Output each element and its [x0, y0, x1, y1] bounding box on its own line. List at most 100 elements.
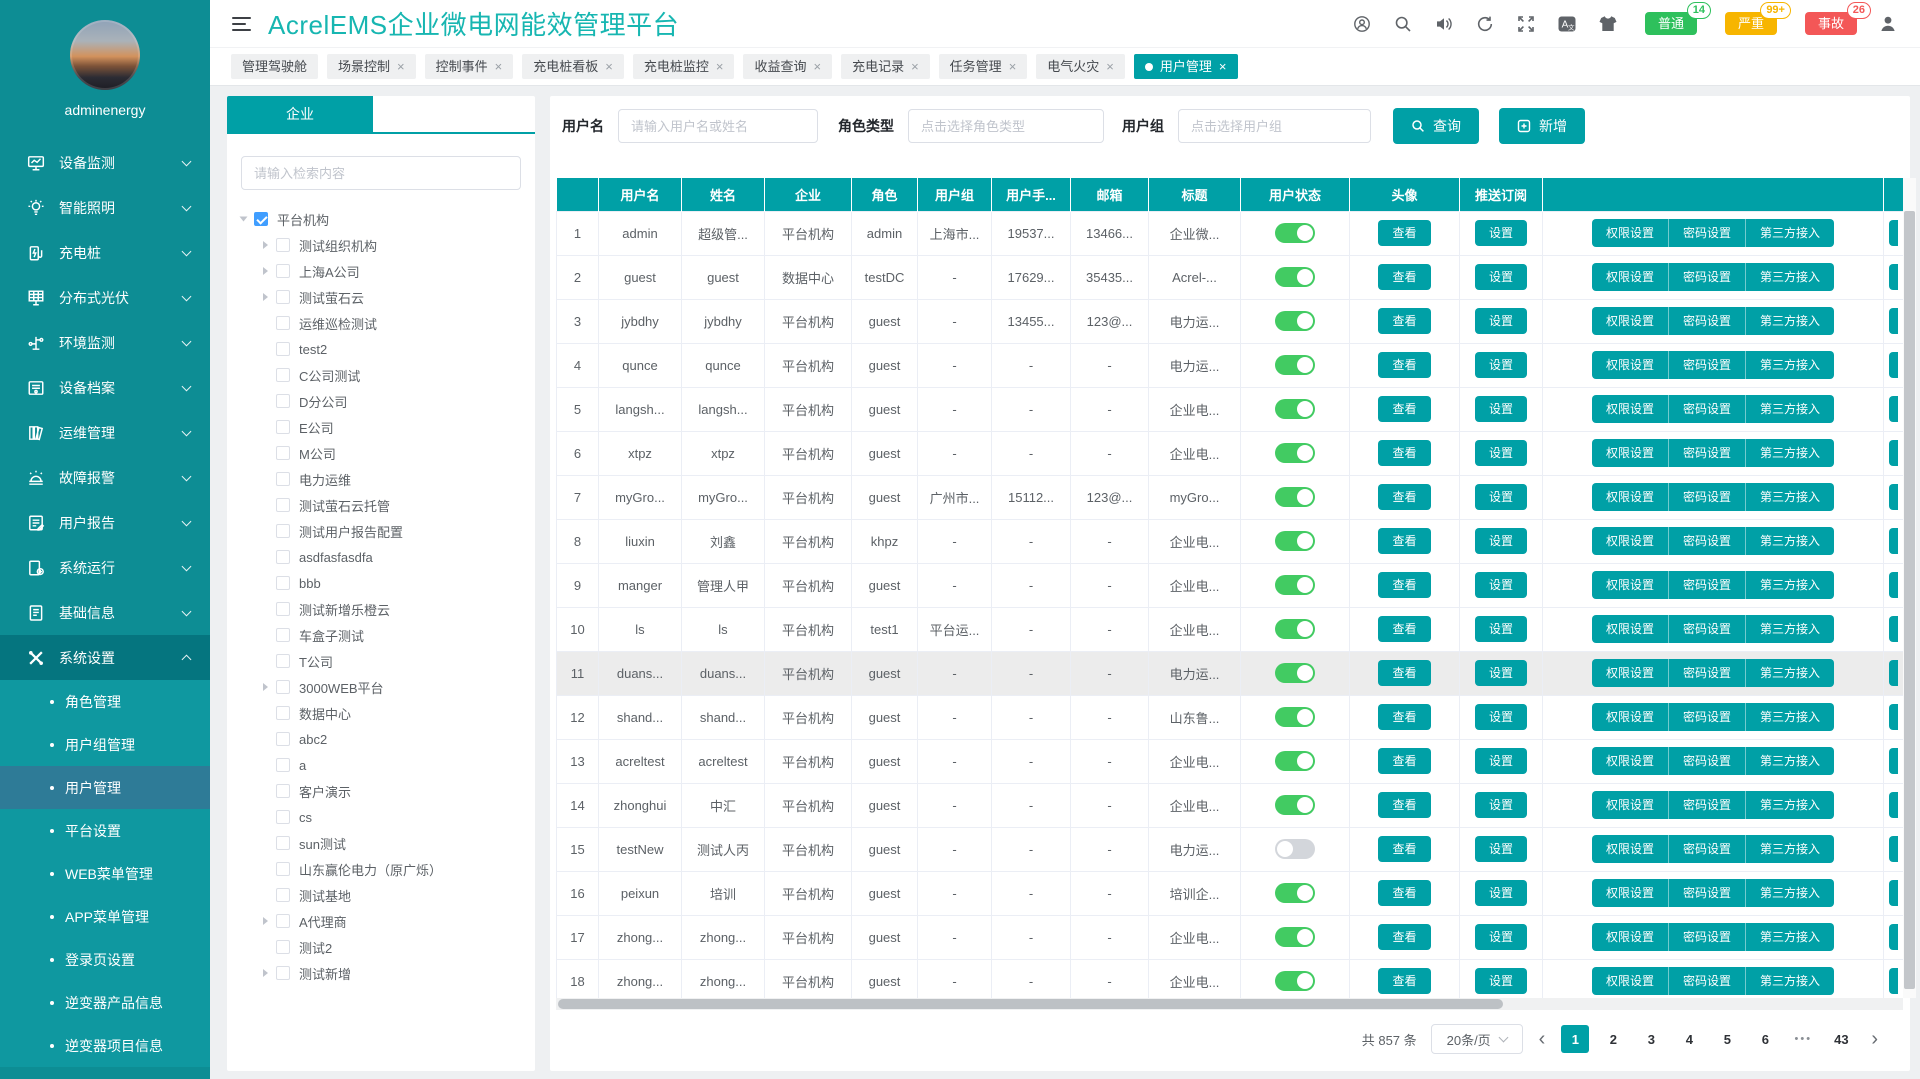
- close-icon[interactable]: ×: [716, 60, 724, 73]
- push-subscribe-button[interactable]: 设置: [1475, 440, 1527, 466]
- tree-checkbox[interactable]: [276, 550, 290, 564]
- sidebar-subitem[interactable]: 逆变器项目信息: [0, 1024, 210, 1067]
- tree-node[interactable]: 测试萤石云: [241, 284, 535, 310]
- tree-node[interactable]: 测试新增乐橙云: [241, 596, 535, 622]
- table-row[interactable]: 2 guest guest 数据中心 testDC - 17629... 354…: [557, 255, 1904, 299]
- push-subscribe-button[interactable]: 设置: [1475, 660, 1527, 686]
- push-subscribe-button[interactable]: 设置: [1475, 616, 1527, 642]
- user-status-toggle[interactable]: [1275, 971, 1315, 991]
- page-number[interactable]: 4: [1675, 1025, 1703, 1053]
- tree-node[interactable]: M公司: [241, 440, 535, 466]
- table-row[interactable]: 3 jybdhy jybdhy 平台机构 guest - 13455... 12…: [557, 299, 1904, 343]
- view-avatar-button[interactable]: 查看: [1378, 396, 1430, 422]
- password-settings-button[interactable]: 密码设置: [1669, 527, 1746, 555]
- tree-node[interactable]: sun测试: [241, 830, 535, 856]
- tree-node[interactable]: 数据中心: [241, 700, 535, 726]
- tree-checkbox[interactable]: [254, 212, 268, 226]
- tab[interactable]: 收益查询 ×: [743, 54, 832, 79]
- expand-arrow-icon[interactable]: [263, 293, 268, 301]
- close-icon[interactable]: ×: [1219, 60, 1227, 73]
- sidebar-subitem[interactable]: 用户管理: [0, 766, 210, 809]
- sidebar-item[interactable]: 分布式光伏: [0, 275, 210, 320]
- permission-settings-button[interactable]: 权限设置: [1592, 791, 1669, 819]
- user-status-toggle[interactable]: [1275, 443, 1315, 463]
- password-settings-button[interactable]: 密码设置: [1669, 659, 1746, 687]
- alarm-badge[interactable]: 普通 14: [1645, 12, 1697, 35]
- table-row[interactable]: 14 zhonghui 中汇 平台机构 guest - - - 企业电... 查…: [557, 783, 1904, 827]
- sidebar-subitem[interactable]: 登录页设置: [0, 938, 210, 981]
- push-subscribe-button[interactable]: 设置: [1475, 704, 1527, 730]
- tree-checkbox[interactable]: [276, 472, 290, 486]
- tree-node[interactable]: 测试基地: [241, 882, 535, 908]
- alarm-badge[interactable]: 严重 99+: [1725, 12, 1777, 35]
- page-number[interactable]: 43: [1827, 1025, 1855, 1053]
- permission-settings-button[interactable]: 权限设置: [1592, 879, 1669, 907]
- sidebar-item[interactable]: 用户报告: [0, 500, 210, 545]
- third-party-access-button[interactable]: 第三方接入: [1746, 747, 1834, 775]
- tab[interactable]: 充电记录 ×: [841, 54, 930, 79]
- user-status-toggle[interactable]: [1275, 267, 1315, 287]
- password-settings-button[interactable]: 密码设置: [1669, 967, 1746, 995]
- sidebar-subitem[interactable]: 角色管理: [0, 680, 210, 723]
- third-party-access-button[interactable]: 第三方接入: [1746, 835, 1834, 863]
- table-row[interactable]: 12 shand... shand... 平台机构 guest - - - 山东…: [557, 695, 1904, 739]
- page-number[interactable]: 5: [1713, 1025, 1741, 1053]
- third-party-access-button[interactable]: 第三方接入: [1746, 307, 1834, 335]
- tree-node[interactable]: test2: [241, 336, 535, 362]
- sidebar-item[interactable]: 运维管理: [0, 410, 210, 455]
- tree-checkbox[interactable]: [276, 914, 290, 928]
- tree-node[interactable]: 测试2: [241, 934, 535, 960]
- tree-node[interactable]: 山东赢伦电力（原广烁）: [241, 856, 535, 882]
- sidebar-subitem[interactable]: APP菜单管理: [0, 895, 210, 938]
- third-party-access-button[interactable]: 第三方接入: [1746, 483, 1834, 511]
- tree-node[interactable]: bbb: [241, 570, 535, 596]
- table-row[interactable]: 11 duans... duans... 平台机构 guest - - - 电力…: [557, 651, 1904, 695]
- tree-checkbox[interactable]: [276, 576, 290, 590]
- table-row[interactable]: 7 myGro... myGro... 平台机构 guest 广州市... 15…: [557, 475, 1904, 519]
- view-avatar-button[interactable]: 查看: [1378, 968, 1430, 994]
- third-party-access-button[interactable]: 第三方接入: [1746, 571, 1834, 599]
- permission-settings-button[interactable]: 权限设置: [1592, 615, 1669, 643]
- push-subscribe-button[interactable]: 设置: [1475, 396, 1527, 422]
- alarm-badge[interactable]: 事故 26: [1805, 12, 1857, 35]
- push-subscribe-button[interactable]: 设置: [1475, 528, 1527, 554]
- tab-enterprise[interactable]: 企业: [227, 96, 373, 132]
- tree-node[interactable]: asdfasfasdfa: [241, 544, 535, 570]
- page-number[interactable]: 1: [1561, 1025, 1589, 1053]
- sidebar-subitem[interactable]: 用户组管理: [0, 723, 210, 766]
- tab[interactable]: 控制事件 ×: [425, 54, 514, 79]
- user-status-toggle[interactable]: [1275, 663, 1315, 683]
- password-settings-button[interactable]: 密码设置: [1669, 747, 1746, 775]
- permission-settings-button[interactable]: 权限设置: [1592, 307, 1669, 335]
- tree-checkbox[interactable]: [276, 680, 290, 694]
- tree-node[interactable]: 测试用户报告配置: [241, 518, 535, 544]
- tree-checkbox[interactable]: [276, 940, 290, 954]
- sidebar-item[interactable]: 设备监测: [0, 140, 210, 185]
- expand-arrow-icon[interactable]: [263, 917, 268, 925]
- view-avatar-button[interactable]: 查看: [1378, 528, 1430, 554]
- group-filter-input[interactable]: [1178, 109, 1371, 143]
- user-icon[interactable]: [1878, 14, 1898, 34]
- password-settings-button[interactable]: 密码设置: [1669, 791, 1746, 819]
- tree-checkbox[interactable]: [276, 628, 290, 642]
- view-avatar-button[interactable]: 查看: [1378, 572, 1430, 598]
- password-settings-button[interactable]: 密码设置: [1669, 879, 1746, 907]
- translate-icon[interactable]: A文: [1557, 14, 1577, 34]
- expand-arrow-icon[interactable]: [263, 241, 268, 249]
- tab[interactable]: 用户管理 ×: [1134, 54, 1238, 79]
- permission-settings-button[interactable]: 权限设置: [1592, 395, 1669, 423]
- table-row[interactable]: 17 zhong... zhong... 平台机构 guest - - - 企业…: [557, 915, 1904, 959]
- push-subscribe-button[interactable]: 设置: [1475, 220, 1527, 246]
- tree-node[interactable]: 测试新增: [241, 960, 535, 986]
- tab[interactable]: 管理驾驶舱: [231, 54, 318, 79]
- third-party-access-button[interactable]: 第三方接入: [1746, 351, 1834, 379]
- push-subscribe-button[interactable]: 设置: [1475, 572, 1527, 598]
- push-subscribe-button[interactable]: 设置: [1475, 308, 1527, 334]
- tab[interactable]: 场景控制 ×: [327, 54, 416, 79]
- close-icon[interactable]: ×: [495, 60, 503, 73]
- view-avatar-button[interactable]: 查看: [1378, 352, 1430, 378]
- add-button[interactable]: 新增: [1499, 108, 1585, 144]
- push-subscribe-button[interactable]: 设置: [1475, 484, 1527, 510]
- role-filter-input[interactable]: [908, 109, 1104, 143]
- volume-icon[interactable]: [1434, 14, 1454, 34]
